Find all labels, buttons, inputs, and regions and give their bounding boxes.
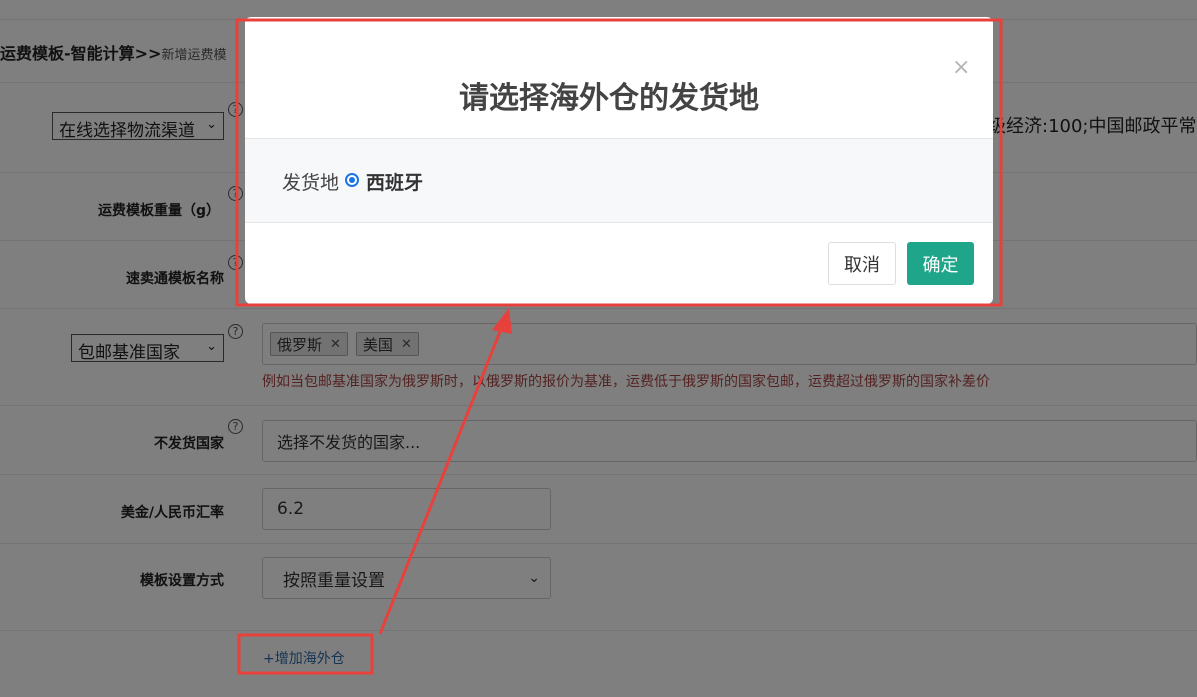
radio-spain-label[interactable]: 西班牙 — [366, 168, 423, 195]
close-icon[interactable]: × — [952, 55, 970, 80]
radio-spain[interactable] — [345, 173, 359, 187]
modal-title: 请选择海外仓的发货地 — [459, 81, 759, 116]
ship-from-label: 发货地 — [282, 172, 340, 194]
modal-body: 发货地 西班牙 — [245, 138, 993, 223]
ship-from-modal: 请选择海外仓的发货地 × 发货地 西班牙 取消 确定 — [245, 17, 993, 304]
confirm-button[interactable]: 确定 — [907, 242, 974, 285]
cancel-button[interactable]: 取消 — [828, 242, 896, 285]
